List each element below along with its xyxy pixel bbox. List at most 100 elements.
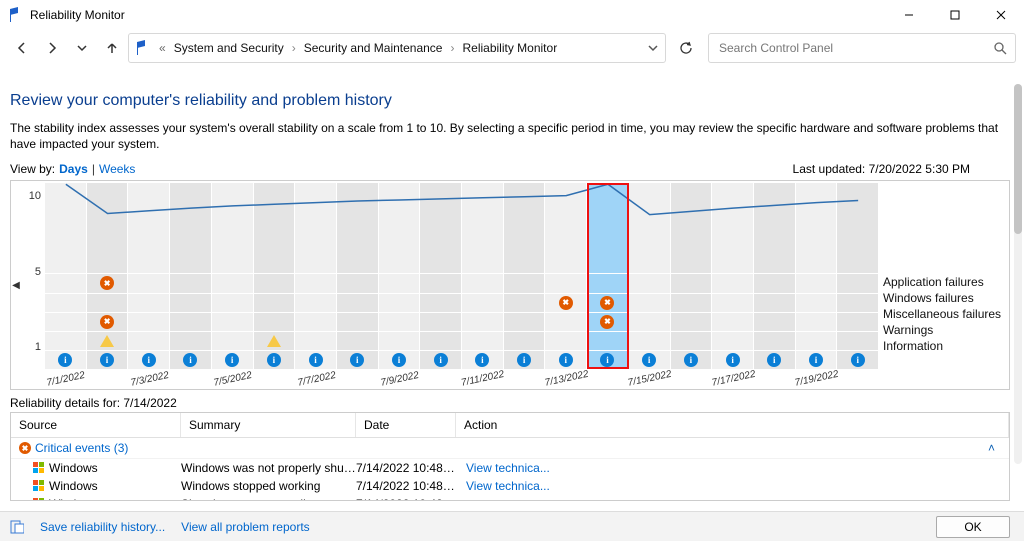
col-date[interactable]: Date <box>356 413 456 437</box>
col-summary[interactable]: Summary <box>181 413 356 437</box>
chart-day-column[interactable] <box>420 183 462 369</box>
minimize-button[interactable] <box>886 0 932 30</box>
titlebar: Reliability Monitor <box>0 0 1024 30</box>
legend-win-failures: Windows failures <box>883 291 1009 305</box>
chart-day-column[interactable]: 7/1/2022 <box>45 183 87 369</box>
row-source: Windows <box>49 497 98 500</box>
chart-day-column[interactable] <box>671 183 713 369</box>
scrollbar-thumb[interactable] <box>1014 84 1022 234</box>
chart-day-column[interactable]: 7/17/2022 <box>712 183 754 369</box>
row-action[interactable]: View technica... <box>456 479 1001 493</box>
search-input[interactable] <box>717 40 993 56</box>
content: Review your computer's reliability and p… <box>0 66 1024 501</box>
info-icon <box>267 353 281 367</box>
save-history-link[interactable]: Save reliability history... <box>40 520 165 534</box>
date-label: 7/13/2022 <box>544 369 590 389</box>
y-tick: 10 <box>29 190 41 202</box>
error-icon <box>100 276 114 290</box>
crumb-root-icon <box>155 41 170 55</box>
chart-day-column[interactable]: 7/11/2022 <box>462 183 504 369</box>
save-icon <box>10 520 24 534</box>
col-action[interactable]: Action <box>456 413 1009 437</box>
chart-day-column[interactable] <box>337 183 379 369</box>
detail-row[interactable]: Windows Windows was not properly shut...7… <box>11 459 1009 477</box>
details-grid: Source Summary Date Action Critical even… <box>10 412 1010 501</box>
refresh-button[interactable] <box>672 34 700 62</box>
chart-day-column[interactable] <box>254 183 296 369</box>
info-icon <box>475 353 489 367</box>
recent-button[interactable] <box>68 34 96 62</box>
info-icon <box>434 353 448 367</box>
chevron-up-icon[interactable]: ˄ <box>988 441 995 455</box>
chart-day-column[interactable] <box>87 183 129 369</box>
date-label: 7/17/2022 <box>710 369 756 389</box>
legend-misc-failures: Miscellaneous failures <box>883 307 1009 321</box>
page-title: Review your computer's reliability and p… <box>10 92 1010 110</box>
up-button[interactable] <box>98 34 126 62</box>
search-box[interactable] <box>708 33 1016 63</box>
close-button[interactable] <box>978 0 1024 30</box>
forward-button[interactable] <box>38 34 66 62</box>
row-summary: Windows stopped working <box>181 479 356 493</box>
chart-day-column[interactable]: 7/15/2022 <box>629 183 671 369</box>
info-icon <box>809 353 823 367</box>
address-bar[interactable]: System and Security › Security and Maint… <box>128 33 666 63</box>
back-button[interactable] <box>8 34 36 62</box>
scrollbar[interactable] <box>1014 84 1022 464</box>
flag-icon <box>135 40 151 56</box>
info-icon <box>517 353 531 367</box>
group-critical-events[interactable]: Critical events (3) ˄ <box>11 438 1009 459</box>
date-label: 7/15/2022 <box>627 369 673 389</box>
navbar: System and Security › Security and Maint… <box>0 30 1024 66</box>
crumb-3[interactable]: Reliability Monitor <box>462 41 557 55</box>
chevron-down-icon[interactable] <box>647 42 659 54</box>
info-icon <box>309 353 323 367</box>
bottombar: Save reliability history... View all pro… <box>0 511 1024 541</box>
detail-row[interactable]: WindowsWindows stopped working7/14/2022 … <box>11 477 1009 495</box>
ok-button[interactable]: OK <box>936 516 1010 538</box>
legend-app-failures: Application failures <box>883 275 1009 289</box>
info-icon <box>600 353 614 367</box>
viewby-days[interactable]: Days <box>59 162 88 176</box>
row-summary: Windows was not properly shut... <box>181 461 356 475</box>
info-icon <box>142 353 156 367</box>
chart-day-column[interactable] <box>170 183 212 369</box>
chart-day-column[interactable]: 7/13/2022 <box>545 183 587 369</box>
viewby-label: View by: <box>10 162 55 176</box>
detail-row[interactable]: WindowsShut down unexpectedly7/14/2022 1… <box>11 495 1009 500</box>
crumb-1[interactable]: System and Security <box>174 41 284 55</box>
crumb-2[interactable]: Security and Maintenance <box>304 41 443 55</box>
row-date: 7/14/2022 10:48 ... <box>356 461 456 475</box>
error-icon <box>19 442 31 454</box>
chart-day-column[interactable]: 7/5/2022 <box>212 183 254 369</box>
details-header: Reliability details for: 7/14/2022 <box>10 396 1010 410</box>
chart-day-column[interactable]: 7/9/2022 <box>379 183 421 369</box>
chart-day-column[interactable]: 7/3/2022 <box>128 183 170 369</box>
chart-day-column[interactable] <box>754 183 796 369</box>
grid-header: Source Summary Date Action <box>11 413 1009 438</box>
date-label: 7/3/2022 <box>129 370 169 389</box>
warning-icon <box>100 335 114 347</box>
row-action[interactable]: View technica... <box>456 461 1001 475</box>
date-label: 7/5/2022 <box>213 370 253 389</box>
date-label: 7/19/2022 <box>794 369 840 389</box>
date-label: 7/7/2022 <box>296 370 336 389</box>
search-icon <box>993 41 1007 55</box>
chart-day-column[interactable]: 7/19/2022 <box>796 183 838 369</box>
col-source[interactable]: Source <box>11 413 181 437</box>
row-action <box>456 497 1001 500</box>
warning-icon <box>267 335 281 347</box>
chart-day-column[interactable] <box>587 183 629 369</box>
view-all-reports-link[interactable]: View all problem reports <box>181 520 310 534</box>
legend-warnings: Warnings <box>883 323 1009 337</box>
maximize-button[interactable] <box>932 0 978 30</box>
scroll-left-button[interactable]: ◀ <box>11 181 21 389</box>
chart-day-column[interactable] <box>504 183 546 369</box>
date-label: 7/9/2022 <box>380 370 420 389</box>
chart-day-column[interactable]: 7/7/2022 <box>295 183 337 369</box>
viewby-weeks[interactable]: Weeks <box>99 162 135 176</box>
chart-day-column[interactable] <box>837 183 879 369</box>
error-icon <box>600 315 614 329</box>
row-source: Windows <box>49 461 98 475</box>
chevron-right-icon: › <box>450 41 454 55</box>
